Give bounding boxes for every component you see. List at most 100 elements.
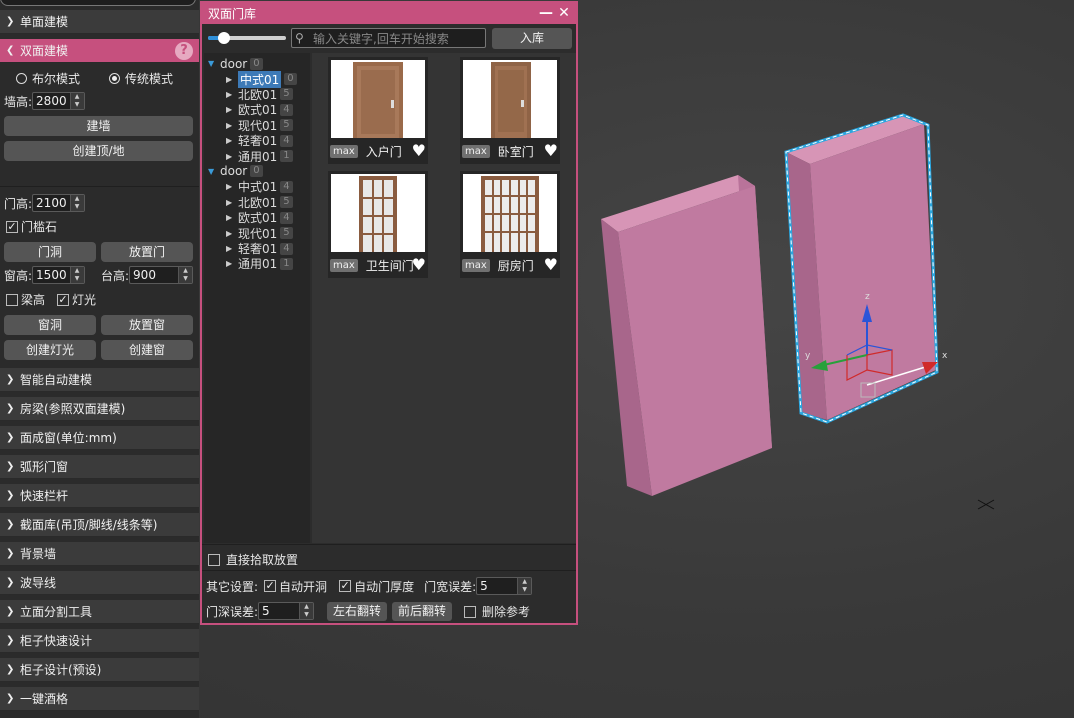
triangle-right-icon[interactable]: ▶ — [226, 90, 238, 99]
thumbnail-size-slider[interactable] — [208, 32, 286, 44]
triangle-right-icon[interactable]: ▶ — [226, 136, 238, 145]
pink-box-left[interactable] — [601, 175, 772, 496]
checkbox-checked-icon[interactable]: ✓ — [57, 293, 69, 306]
category-item[interactable]: ❯ 一键酒格 — [0, 687, 199, 711]
category-single-sided[interactable]: ❯ 单面建模 — [0, 10, 199, 34]
wall-height-value[interactable]: 2800 — [33, 93, 70, 109]
checkbox-checked-icon[interactable]: ✓ — [6, 220, 18, 233]
triangle-right-icon[interactable]: ▶ — [226, 244, 238, 253]
arrow-up-icon[interactable]: ▲ — [300, 603, 313, 611]
door-height-value[interactable]: 2100 — [33, 195, 70, 211]
width-tolerance-value[interactable]: 5 — [477, 578, 517, 594]
category-item[interactable]: ❯ 弧形门窗 — [0, 455, 199, 479]
sill-height-value[interactable]: 900 — [130, 267, 178, 283]
triangle-right-icon[interactable]: ▶ — [226, 152, 238, 161]
sill-height-spinner[interactable]: 900 ▲ ▼ — [129, 266, 194, 284]
flip-front-back-button[interactable]: 前后翻转 — [392, 602, 452, 621]
triangle-right-icon[interactable]: ▶ — [226, 229, 238, 238]
triangle-right-icon[interactable]: ▶ — [226, 198, 238, 207]
category-item[interactable]: ❯ 快速栏杆 — [0, 484, 199, 508]
checkbox-unchecked-icon[interactable] — [208, 553, 220, 566]
direct-pick-checkbox[interactable]: 直接拾取放置 — [208, 551, 298, 568]
help-icon[interactable]: ? — [175, 42, 193, 60]
tree-item[interactable]: ▶ 现代01 5 — [226, 118, 293, 133]
tree-item[interactable]: ▶ 通用01 1 — [226, 256, 293, 271]
tree-item[interactable]: ▶ 欧式01 4 — [226, 210, 293, 225]
panel-search-input[interactable] — [0, 0, 196, 6]
heart-icon[interactable]: ♥ — [412, 255, 426, 275]
category-item[interactable]: ❯ 立面分割工具 — [0, 600, 199, 624]
close-icon[interactable]: ✕ — [555, 3, 573, 23]
triangle-right-icon[interactable]: ▶ — [226, 213, 238, 222]
triangle-right-icon[interactable]: ▶ — [226, 182, 238, 191]
category-item[interactable]: ❯ 房梁(参照双面建模) — [0, 397, 199, 421]
build-wall-button[interactable]: 建墙 — [4, 116, 193, 136]
triangle-down-icon[interactable]: ▼ — [208, 59, 220, 68]
arrow-down-icon[interactable]: ▼ — [71, 275, 84, 283]
pink-box-right-selected[interactable] — [784, 113, 939, 424]
arrow-down-icon[interactable]: ▼ — [518, 586, 531, 594]
tree-group[interactable]: ▼ door 0 — [208, 56, 263, 71]
tree-item[interactable]: ▶ 现代01 5 — [226, 226, 293, 241]
triangle-right-icon[interactable]: ▶ — [226, 105, 238, 114]
window-height-value[interactable]: 1500 — [33, 267, 70, 283]
tree-item[interactable]: ▶ 欧式01 4 — [226, 102, 293, 117]
door-thumbnail[interactable] — [463, 60, 557, 138]
tree-item[interactable]: ▶ 中式01 4 — [226, 179, 293, 194]
tree-item[interactable]: ▶ 轻奢01 4 — [226, 133, 293, 148]
tree-item[interactable]: ▶ 中式01 0 — [226, 70, 297, 88]
arrow-up-icon[interactable]: ▲ — [518, 578, 531, 586]
checkbox-checked-icon[interactable]: ✓ — [264, 580, 277, 592]
radio-selected-icon[interactable] — [109, 73, 120, 84]
arrow-down-icon[interactable]: ▼ — [300, 611, 313, 619]
checkbox-unchecked-icon[interactable] — [464, 605, 476, 618]
create-window-button[interactable]: 创建窗 — [101, 340, 193, 360]
category-item[interactable]: ❯ 智能自动建模 — [0, 368, 199, 392]
place-window-button[interactable]: 放置窗 — [101, 315, 193, 335]
category-item[interactable]: ❯ 背景墙 — [0, 542, 199, 566]
category-double-sided[interactable]: ❮ 双面建模 ? — [0, 39, 199, 63]
create-light-button[interactable]: 创建灯光 — [4, 340, 96, 360]
door-thumbnail[interactable] — [463, 174, 557, 252]
slider-thumb[interactable] — [218, 32, 230, 44]
door-thumbnail[interactable] — [331, 60, 425, 138]
category-item[interactable]: ❯ 柜子设计(预设) — [0, 658, 199, 682]
arrow-down-icon[interactable]: ▼ — [179, 275, 192, 283]
heart-icon[interactable]: ♥ — [544, 255, 558, 275]
beam-checkbox[interactable]: 梁高 — [6, 291, 45, 308]
flip-left-right-button[interactable]: 左右翻转 — [327, 602, 387, 621]
door-height-spinner[interactable]: 2100 ▲ ▼ — [32, 194, 85, 212]
light-checkbox[interactable]: ✓ 灯光 — [57, 291, 96, 308]
place-door-button[interactable]: 放置门 — [101, 242, 193, 262]
arrow-up-icon[interactable]: ▲ — [71, 195, 84, 203]
tree-group[interactable]: ▼ door 0 — [208, 164, 263, 179]
delete-reference-checkbox[interactable]: 删除参考 — [464, 603, 530, 620]
depth-tolerance-spinner[interactable]: 5 ▲ ▼ — [258, 602, 315, 620]
mode-radio-classic[interactable]: 传统模式 — [109, 70, 173, 87]
create-ceiling-floor-button[interactable]: 创建顶/地 — [4, 141, 193, 161]
triangle-right-icon[interactable]: ▶ — [226, 121, 238, 130]
door-card[interactable]: max 卧室门 ♥ — [460, 57, 560, 164]
door-card[interactable]: max 卫生间门 ♥ — [328, 171, 428, 278]
door-thumbnail[interactable] — [331, 174, 425, 252]
mode-radio-bool[interactable]: 布尔模式 — [16, 70, 80, 87]
heart-icon[interactable]: ♥ — [412, 141, 426, 161]
import-button[interactable]: 入库 — [492, 28, 572, 49]
arrow-up-icon[interactable]: ▲ — [71, 93, 84, 101]
arrow-down-icon[interactable]: ▼ — [71, 101, 84, 109]
door-search-input[interactable]: ⚲ 输入关键字,回车开始搜索 — [291, 28, 486, 48]
checkbox-unchecked-icon[interactable] — [6, 293, 18, 306]
category-item[interactable]: ❯ 截面库(吊顶/脚线/线条等) — [0, 513, 199, 537]
triangle-right-icon[interactable]: ▶ — [226, 75, 238, 84]
tree-item[interactable]: ▶ 北欧01 5 — [226, 195, 293, 210]
minimize-icon[interactable]: — — [537, 3, 555, 23]
wall-height-spinner[interactable]: 2800 ▲ ▼ — [32, 92, 85, 110]
category-item[interactable]: ❯ 波导线 — [0, 571, 199, 595]
category-item[interactable]: ❯ 柜子快速设计 — [0, 629, 199, 653]
window-height-spinner[interactable]: 1500 ▲ ▼ — [32, 266, 85, 284]
door-card[interactable]: max 厨房门 ♥ — [460, 171, 560, 278]
radio-icon[interactable] — [16, 73, 27, 84]
triangle-right-icon[interactable]: ▶ — [226, 259, 238, 268]
tree-item[interactable]: ▶ 轻奢01 4 — [226, 241, 293, 256]
triangle-down-icon[interactable]: ▼ — [208, 167, 220, 176]
